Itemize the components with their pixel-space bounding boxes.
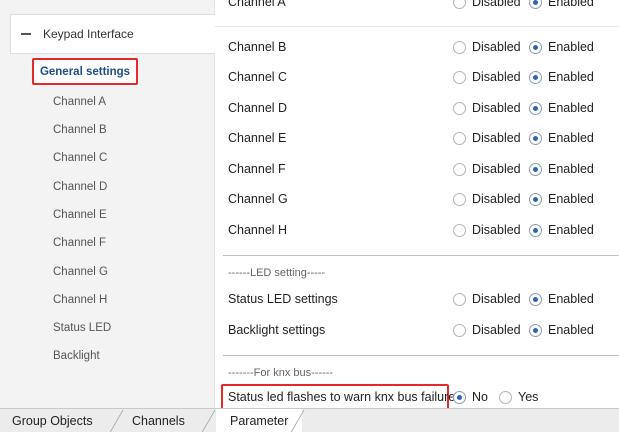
param-label: Status LED settings	[228, 292, 338, 306]
param-row-channel-a: Channel A Disabled Enabled	[215, 0, 619, 14]
option-disabled[interactable]: Disabled	[453, 323, 521, 337]
param-row-channel-f: Channel F Disabled Enabled	[215, 155, 619, 183]
section-heading-led: ------LED setting-----	[228, 267, 326, 279]
tree-item-channel-d[interactable]: Channel D	[53, 180, 107, 194]
param-label: Channel C	[228, 70, 288, 84]
tree-item-channel-c[interactable]: Channel C	[53, 151, 107, 165]
param-row-bus-failure: Status led flashes to warn knx bus failu…	[215, 383, 619, 411]
option-disabled[interactable]: Disabled	[453, 70, 521, 84]
radio-selected-icon[interactable]	[529, 0, 542, 9]
tree-item-channel-a[interactable]: Channel A	[53, 95, 106, 109]
tree-item-channel-h[interactable]: Channel H	[53, 293, 107, 307]
tab-divider	[199, 410, 216, 432]
option-no[interactable]: No	[453, 390, 488, 404]
radio-icon[interactable]	[453, 131, 466, 145]
radio-selected-icon[interactable]	[529, 223, 542, 237]
option-yes[interactable]: Yes	[499, 390, 538, 404]
param-row-channel-h: Channel H Disabled Enabled	[215, 216, 619, 244]
tree-item-channel-f[interactable]: Channel F	[53, 236, 106, 250]
radio-icon[interactable]	[453, 40, 466, 54]
option-enabled[interactable]: Enabled	[529, 131, 594, 145]
radio-selected-icon[interactable]	[529, 192, 542, 206]
param-row-channel-g: Channel G Disabled Enabled	[215, 185, 619, 213]
param-label: Channel G	[228, 192, 288, 206]
option-enabled[interactable]: Enabled	[529, 223, 594, 237]
divider	[215, 26, 619, 27]
option-enabled[interactable]: Enabled	[529, 70, 594, 84]
param-label: Channel E	[228, 131, 287, 145]
section-heading-knx-bus: -------For knx bus------	[228, 367, 334, 379]
option-enabled[interactable]: Enabled	[529, 292, 594, 306]
param-label: Channel H	[228, 223, 288, 237]
radio-icon[interactable]	[453, 323, 466, 337]
tab-divider	[107, 410, 124, 432]
param-label: Channel B	[228, 40, 287, 54]
option-disabled[interactable]: Disabled	[453, 192, 521, 206]
param-label: Channel F	[228, 162, 286, 176]
section-divider	[223, 355, 619, 356]
tab-group-objects[interactable]: Group Objects	[12, 409, 93, 432]
tree-root-label: Keypad Interface	[43, 27, 134, 41]
option-enabled[interactable]: Enabled	[529, 323, 594, 337]
bottom-tab-bar: Group Objects Channels Parameter	[0, 408, 619, 432]
param-row-channel-d: Channel D Disabled Enabled	[215, 94, 619, 122]
option-enabled[interactable]: Enabled	[529, 40, 594, 54]
radio-icon[interactable]	[453, 0, 466, 9]
tree-item-channel-g[interactable]: Channel G	[53, 265, 108, 279]
radio-selected-icon[interactable]	[529, 292, 542, 306]
parameter-tree: Keypad Interface General settings Channe…	[0, 0, 215, 408]
radio-icon[interactable]	[453, 162, 466, 176]
radio-icon[interactable]	[453, 292, 466, 306]
option-enabled[interactable]: Enabled	[529, 162, 594, 176]
radio-selected-icon[interactable]	[529, 131, 542, 145]
tree-item-channel-b[interactable]: Channel B	[53, 123, 107, 137]
option-disabled[interactable]: Disabled	[453, 223, 521, 237]
param-label: Backlight settings	[228, 323, 326, 337]
option-enabled[interactable]: Enabled	[529, 192, 594, 206]
tree-item-channel-e[interactable]: Channel E	[53, 208, 107, 222]
radio-selected-icon[interactable]	[529, 162, 542, 176]
radio-selected-icon[interactable]	[453, 390, 466, 404]
tree-item-status-led[interactable]: Status LED	[53, 321, 111, 335]
radio-icon[interactable]	[453, 101, 466, 115]
radio-selected-icon[interactable]	[529, 70, 542, 84]
parameter-panel: Channel A Disabled Enabled Channel B Dis…	[215, 0, 619, 411]
option-disabled[interactable]: Disabled	[453, 131, 521, 145]
param-label: Channel A	[228, 0, 286, 9]
param-row-status-led: Status LED settings Disabled Enabled	[215, 285, 619, 313]
radio-selected-icon[interactable]	[529, 40, 542, 54]
option-disabled[interactable]: Disabled	[453, 40, 521, 54]
tree-item-general-settings[interactable]: General settings	[32, 58, 138, 85]
param-row-channel-b: Channel B Disabled Enabled	[215, 33, 619, 61]
radio-icon[interactable]	[499, 390, 512, 404]
tree-root-keypad-interface[interactable]: Keypad Interface	[10, 14, 215, 54]
radio-selected-icon[interactable]	[529, 323, 542, 337]
section-divider	[223, 255, 619, 256]
radio-selected-icon[interactable]	[529, 101, 542, 115]
tree-item-backlight[interactable]: Backlight	[53, 349, 100, 363]
param-row-channel-e: Channel E Disabled Enabled	[215, 124, 619, 152]
param-label: Status led flashes to warn knx bus failu…	[228, 390, 456, 404]
option-enabled[interactable]: Enabled	[529, 101, 594, 115]
param-label: Channel D	[228, 101, 288, 115]
option-disabled[interactable]: Disabled	[453, 162, 521, 176]
param-row-channel-c: Channel C Disabled Enabled	[215, 63, 619, 91]
tab-channels[interactable]: Channels	[132, 409, 185, 432]
option-enabled[interactable]: Enabled	[529, 0, 594, 9]
option-disabled[interactable]: Disabled	[453, 101, 521, 115]
param-row-backlight: Backlight settings Disabled Enabled	[215, 316, 619, 344]
option-disabled[interactable]: Disabled	[453, 292, 521, 306]
radio-icon[interactable]	[453, 70, 466, 84]
radio-icon[interactable]	[453, 223, 466, 237]
collapse-icon[interactable]	[21, 33, 31, 35]
option-disabled[interactable]: Disabled	[453, 0, 521, 9]
radio-icon[interactable]	[453, 192, 466, 206]
tab-parameter[interactable]: Parameter	[216, 409, 303, 432]
